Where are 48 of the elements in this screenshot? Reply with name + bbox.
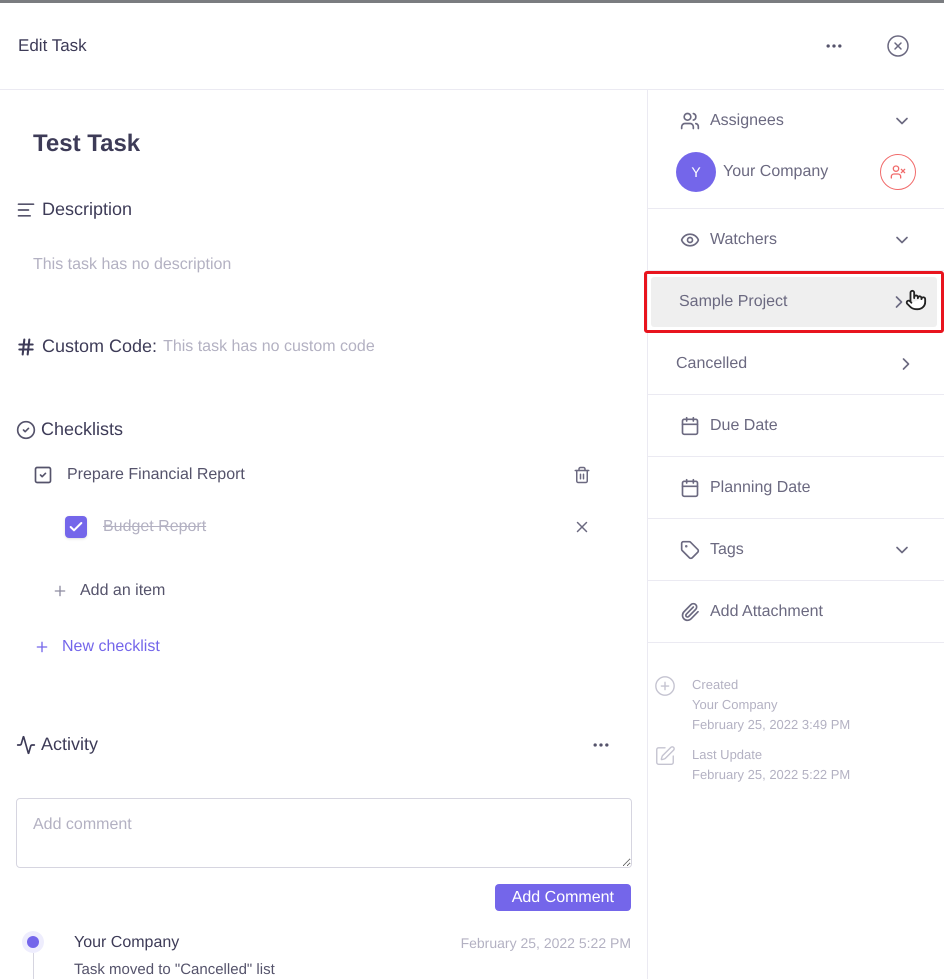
activity-icon: [16, 734, 36, 754]
avatar: Y: [676, 152, 716, 192]
edit-icon: [654, 745, 676, 767]
section-heading: Description: [42, 198, 132, 221]
planning-date-label[interactable]: Planning Date: [710, 476, 811, 500]
remove-person-icon: [890, 164, 906, 180]
watchers-label[interactable]: Watchers: [710, 228, 777, 252]
new-checklist-button[interactable]: New checklist: [62, 635, 160, 659]
people-icon: [680, 111, 700, 131]
created-by: Your Company: [692, 696, 779, 714]
paperclip-icon: [680, 602, 700, 622]
checkbox[interactable]: [65, 516, 87, 538]
checklist-title[interactable]: Prepare Financial Report: [67, 463, 245, 487]
comment-author: Your Company: [74, 933, 180, 953]
calendar-icon: [680, 416, 700, 436]
updated-label: Last Update: [692, 746, 764, 764]
checklist-icon: [16, 420, 36, 440]
due-date-label[interactable]: Due Date: [710, 414, 778, 438]
comment-field[interactable]: Add comment: [16, 798, 632, 868]
task-title[interactable]: Test Task: [33, 126, 631, 162]
custom-code-label: Custom Code:: [42, 335, 158, 358]
plus-icon: [34, 639, 50, 655]
add-attachment-label[interactable]: Add Attachment: [710, 600, 823, 624]
activity-text: Task moved to "Cancelled" list: [74, 961, 276, 979]
plus-icon: [52, 583, 68, 599]
calendar-icon: [680, 478, 700, 498]
plus-circle-icon: [654, 675, 676, 697]
list-item[interactable]: Sample Project: [651, 277, 937, 327]
section-heading: Activity: [41, 733, 98, 756]
list-item[interactable]: Cancelled: [648, 333, 944, 394]
assignee-name: Your Company: [723, 162, 828, 182]
section-heading: Checklists: [41, 418, 124, 441]
trash-icon[interactable]: [573, 466, 591, 484]
updated-time: February 25, 2022 5:22 PM: [692, 766, 850, 784]
tags-label[interactable]: Tags: [710, 538, 744, 562]
close-icon[interactable]: [886, 34, 910, 58]
comment-time: February 25, 2022 5:22 PM: [460, 934, 631, 953]
created-label: Created: [692, 676, 740, 694]
checklist-icon: [33, 465, 53, 485]
assignees-label[interactable]: Assignees: [710, 109, 784, 133]
add-comment-button[interactable]: Add Comment: [494, 884, 631, 911]
created-time: February 25, 2022 3:49 PM: [692, 716, 850, 734]
window-title: Edit Task: [18, 35, 87, 58]
hand-cursor-icon: [905, 289, 927, 311]
hash-icon: [16, 336, 36, 356]
add-item-button[interactable]: Add an item: [80, 579, 166, 603]
tag-icon: [680, 540, 700, 560]
remove-assignee-button[interactable]: [880, 154, 916, 190]
